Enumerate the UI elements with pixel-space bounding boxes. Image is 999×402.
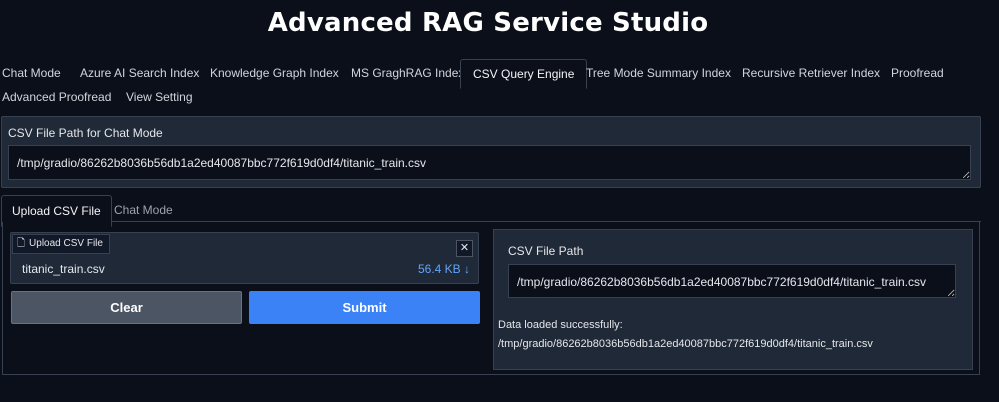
tab-view-setting[interactable]: View Setting: [126, 83, 193, 111]
app-title: Advanced RAG Service Studio: [267, 8, 709, 38]
file-upload-component[interactable]: 🗋 Upload CSV File ✕ titanic_train.csv 56…: [10, 232, 479, 284]
upload-chip-label: Upload CSV File: [29, 238, 103, 249]
tab-advanced-proofread[interactable]: Advanced Proofread: [2, 83, 111, 111]
subtab-chat-mode[interactable]: Chat Mode: [114, 195, 173, 225]
submit-button[interactable]: Submit: [249, 291, 480, 324]
file-icon: 🗋: [17, 238, 26, 249]
tab-knowledge-graph-index[interactable]: Knowledge Graph Index: [210, 59, 339, 87]
clear-button[interactable]: Clear: [11, 291, 242, 324]
tab-proofread[interactable]: Proofread: [891, 59, 944, 87]
chat-path-block: CSV File Path for Chat Mode /tmp/gradio/…: [1, 116, 981, 188]
chat-path-textarea[interactable]: /tmp/gradio/86262b8036b56db1a2ed40087bbc…: [8, 145, 971, 180]
file-download-link[interactable]: 56.4 KB ↓: [418, 262, 470, 276]
tab-ms-graghrag-index[interactable]: MS GraghRAG Index: [351, 59, 464, 87]
chat-path-label: CSV File Path for Chat Mode: [8, 126, 163, 140]
status-line-2: /tmp/gradio/86262b8036b56db1a2ed40087bbc…: [498, 338, 873, 350]
file-name: titanic_train.csv: [22, 262, 105, 276]
tab-csv-query-engine[interactable]: CSV Query Engine: [460, 59, 588, 89]
status-line-1: Data loaded successfully:: [498, 319, 623, 331]
csv-path-label: CSV File Path: [508, 244, 584, 258]
tab-tree-mode-summary-index[interactable]: Tree Mode Summary Index: [586, 59, 731, 87]
csv-path-textarea[interactable]: /tmp/gradio/86262b8036b56db1a2ed40087bbc…: [508, 264, 956, 298]
close-icon[interactable]: ✕: [456, 240, 473, 257]
upload-chip[interactable]: 🗋 Upload CSV File: [12, 234, 110, 254]
tab-recursive-retriever-index[interactable]: Recursive Retriever Index: [742, 59, 880, 87]
main-tab-bar: Chat Mode Azure AI Search Index Knowledg…: [0, 58, 999, 108]
